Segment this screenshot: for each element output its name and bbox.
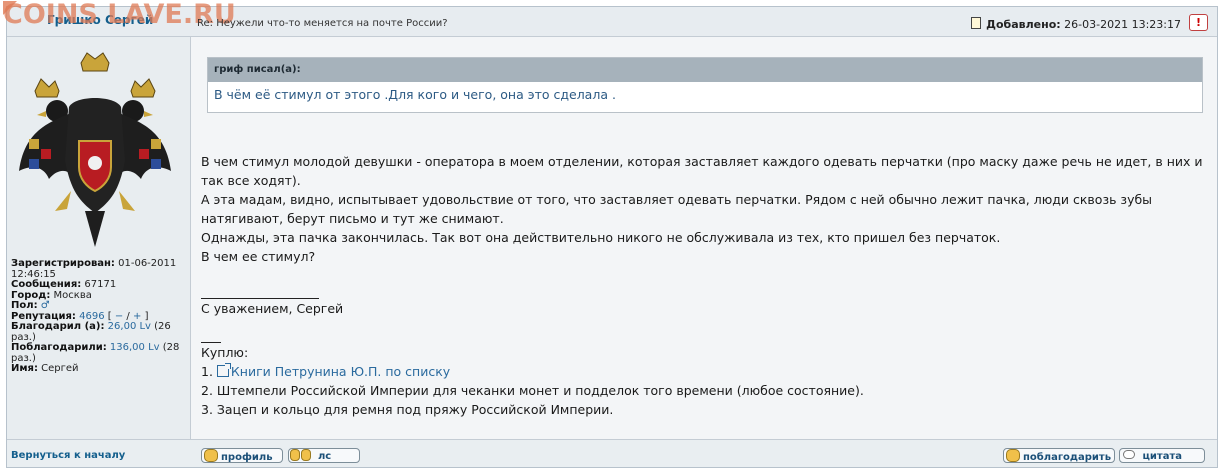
quote-author: гриф писал(а):	[208, 58, 1202, 82]
post-paragraph: А эта мадам, видно, испытывает удовольст…	[201, 192, 1153, 226]
post-content: гриф писал(а): В чём её стимул от этого …	[191, 37, 1217, 439]
post-container: Гришко Сергей COINS LAVE.RU Re: Неужели …	[3, 0, 1218, 468]
quote-block: гриф писал(а): В чём её стимул от этого …	[207, 57, 1203, 113]
post-paragraph: В чем ее стимул?	[201, 249, 316, 264]
buy-item-1: 1. Книги Петрунина Ю.П. по списку	[201, 363, 451, 379]
speech-bubble-icon	[1123, 450, 1135, 459]
buy-item-2: 2. Штемпели Российской Империи для чекан…	[201, 383, 864, 398]
pm-button[interactable]: лс	[288, 448, 360, 463]
post-subject: Re: Неужели что-то меняется на почте Рос…	[197, 18, 448, 29]
quote-text: В чём её стимул от этого .Для кого и чег…	[214, 87, 616, 102]
thanks-received-link[interactable]: 136,00 Lv	[110, 342, 160, 353]
thumbs-up-icon	[1006, 449, 1020, 462]
male-icon: ♂	[40, 300, 50, 311]
author-sidebar: Зарегистрирован: 01-06-2011 12:46:15 Соо…	[7, 37, 191, 439]
thank-button[interactable]: поблагодарить	[1003, 448, 1115, 463]
quote-button[interactable]: цитата	[1119, 448, 1205, 463]
books-link[interactable]: Книги Петрунина Ю.П. по списку	[231, 364, 450, 379]
post-date: Добавлено: 26-03-2021 13:23:17	[971, 17, 1181, 31]
back-to-top-link[interactable]: Вернуться к началу	[11, 450, 125, 461]
post-footer: Вернуться к началу профиль лс поблагодар…	[7, 439, 1217, 467]
reputation-plus-button[interactable]: +	[133, 311, 141, 322]
profile-button[interactable]: профиль	[201, 448, 283, 463]
avatar	[19, 52, 171, 247]
post-paragraph: Однажды, эта пачка закончилась. Так вот …	[201, 230, 1001, 245]
post-paragraph: В чем стимул молодой девушки - оператора…	[201, 154, 1203, 188]
reputation-minus-button[interactable]: −	[115, 311, 123, 322]
profile-icon	[204, 449, 218, 462]
users-icon	[290, 449, 300, 461]
buy-title: Куплю:	[201, 345, 249, 360]
thanked-link[interactable]: 26,00 Lv	[108, 321, 151, 332]
post-header: Гришко Сергей COINS LAVE.RU Re: Неужели …	[3, 0, 1217, 37]
reputation-value[interactable]: 4696	[79, 311, 104, 322]
post-body: В чем стимул молодой девушки - оператора…	[201, 152, 1211, 419]
author-profile-info: Зарегистрирован: 01-06-2011 12:46:15 Соо…	[11, 258, 180, 374]
report-button[interactable]: !	[1189, 14, 1208, 31]
post-icon	[971, 17, 982, 29]
buy-item-3: 3. Зацеп и кольцо для ремня под пряжу Ро…	[201, 402, 614, 417]
signature-text: С уважением, Сергей	[201, 301, 344, 316]
external-link-icon	[216, 363, 231, 377]
